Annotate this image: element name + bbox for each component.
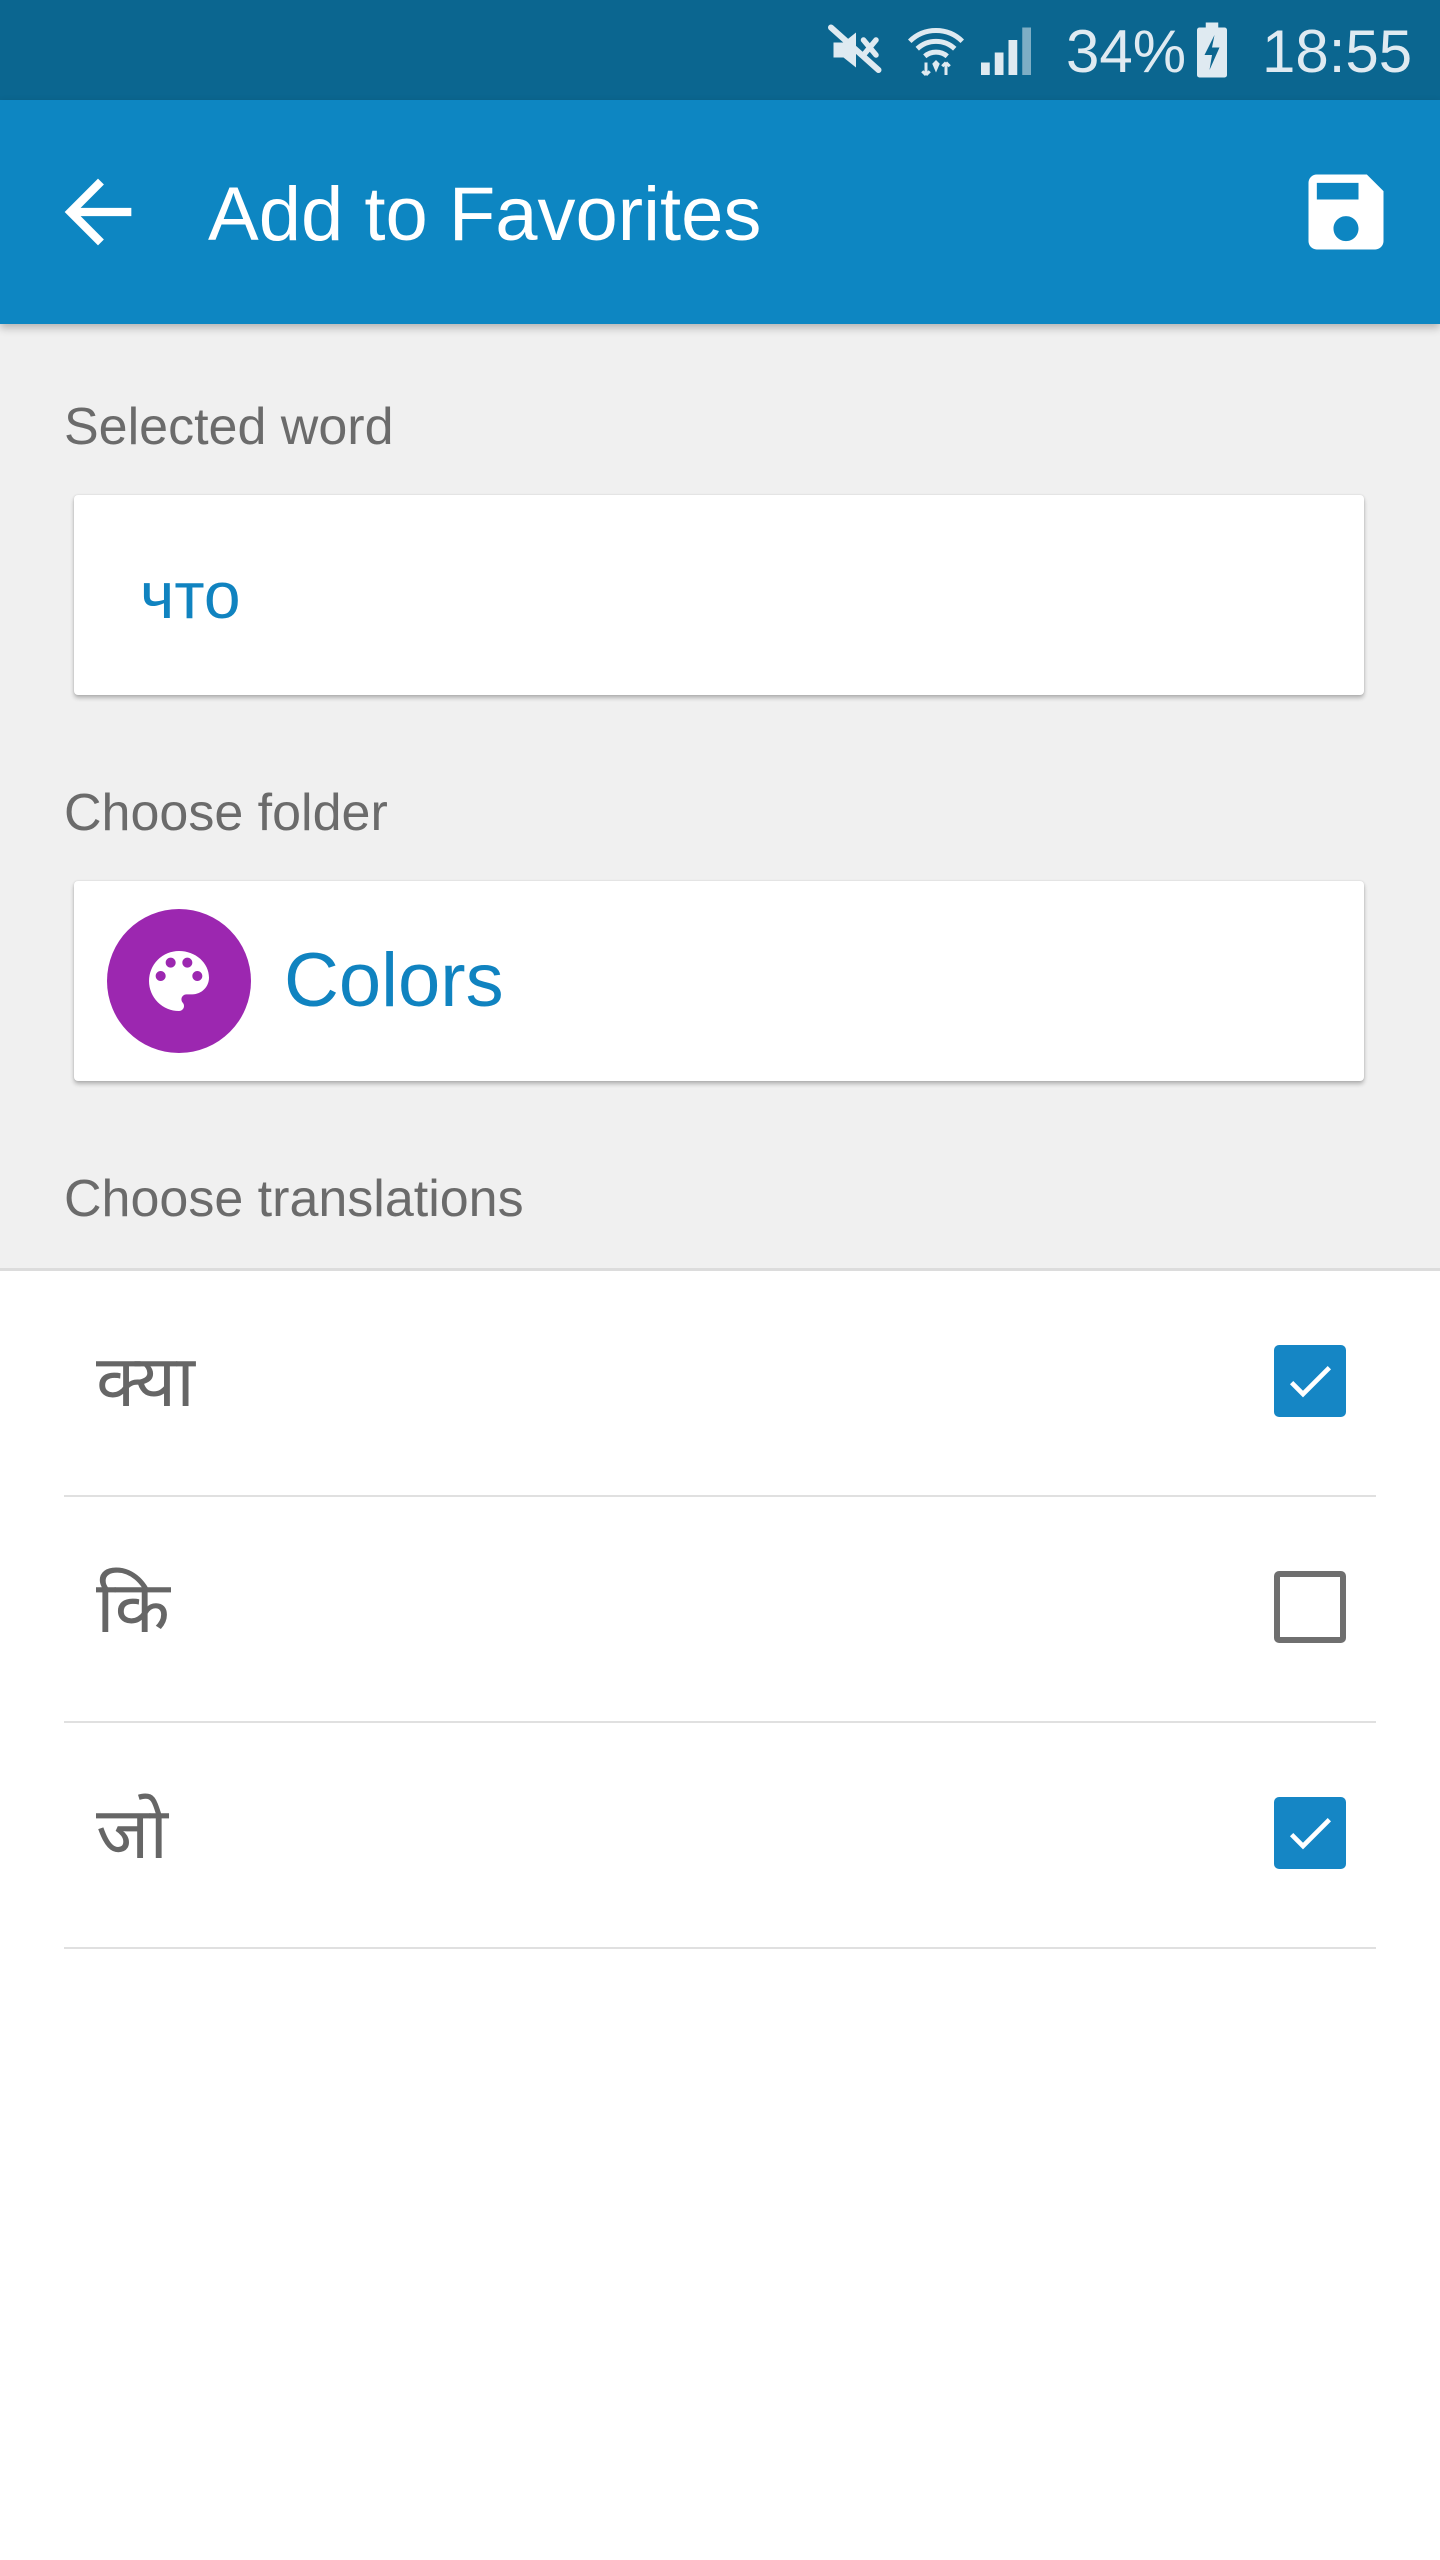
choose-translations-label: Choose translations: [64, 1170, 524, 1228]
back-button[interactable]: [48, 162, 148, 262]
choose-folder-label: Choose folder: [64, 784, 388, 842]
selected-word-card: что: [74, 495, 1364, 695]
folder-name: Colors: [284, 938, 504, 1023]
mute-icon: [826, 20, 886, 80]
save-button[interactable]: [1296, 162, 1396, 262]
palette-icon: [149, 951, 209, 1011]
battery-charging-icon: [1190, 20, 1234, 80]
checkmark-icon: [1289, 1366, 1331, 1398]
selected-word-value: что: [140, 558, 241, 632]
clock: 18:55: [1262, 18, 1413, 85]
status-bar: 34% 18:55: [0, 0, 1440, 100]
arrow-left-icon: [64, 178, 132, 246]
checkmark-icon: [1289, 1818, 1331, 1850]
floppy-disk-save-icon: [1308, 174, 1384, 250]
form-area: Selected word что Choose folder Colors C…: [0, 324, 1440, 1271]
translation-text: जो: [96, 1791, 169, 1875]
page-title: Add to Favorites: [208, 172, 762, 257]
translation-checkbox[interactable]: [1274, 1797, 1346, 1869]
translation-row[interactable]: जो: [64, 1723, 1376, 1949]
folder-avatar: [107, 909, 251, 1053]
translation-row[interactable]: क्या: [64, 1271, 1376, 1497]
battery-percentage: 34%: [1066, 18, 1187, 85]
selected-word-label: Selected word: [64, 398, 394, 456]
translation-text: कि: [96, 1565, 170, 1649]
translation-checkbox[interactable]: [1274, 1571, 1346, 1643]
translation-text: क्या: [96, 1339, 195, 1423]
wifi-icon: [906, 20, 966, 80]
signal-icon: [976, 20, 1036, 80]
translation-row[interactable]: कि: [64, 1497, 1376, 1723]
add-to-favorites-screen: 34% 18:55 Add to Favorites Selected word…: [0, 0, 1440, 2560]
translation-checkbox[interactable]: [1274, 1345, 1346, 1417]
folder-selector[interactable]: Colors: [74, 881, 1364, 1081]
